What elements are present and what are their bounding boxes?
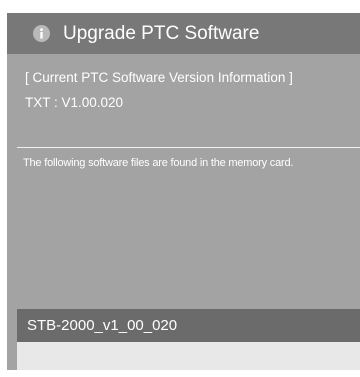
screen: Upgrade PTC Software [ Current PTC Softw…: [0, 0, 360, 377]
empty-file-item: [17, 342, 360, 370]
info-icon: [33, 25, 50, 42]
files-found-message: The following software files are found i…: [23, 157, 294, 169]
software-file-list[interactable]: STB-2000_v1_00_020: [17, 309, 360, 370]
upgrade-dialog: Upgrade PTC Software [ Current PTC Softw…: [7, 13, 360, 370]
version-info-value: TXT : V1.00.020: [25, 95, 124, 110]
dialog-header: Upgrade PTC Software: [7, 13, 360, 54]
dialog-title: Upgrade PTC Software: [63, 23, 260, 44]
version-info-heading: [ Current PTC Software Version Informati…: [25, 70, 293, 85]
divider: [17, 147, 360, 148]
software-file-item[interactable]: STB-2000_v1_00_020: [17, 309, 360, 342]
software-file-name: STB-2000_v1_00_020: [27, 317, 178, 334]
